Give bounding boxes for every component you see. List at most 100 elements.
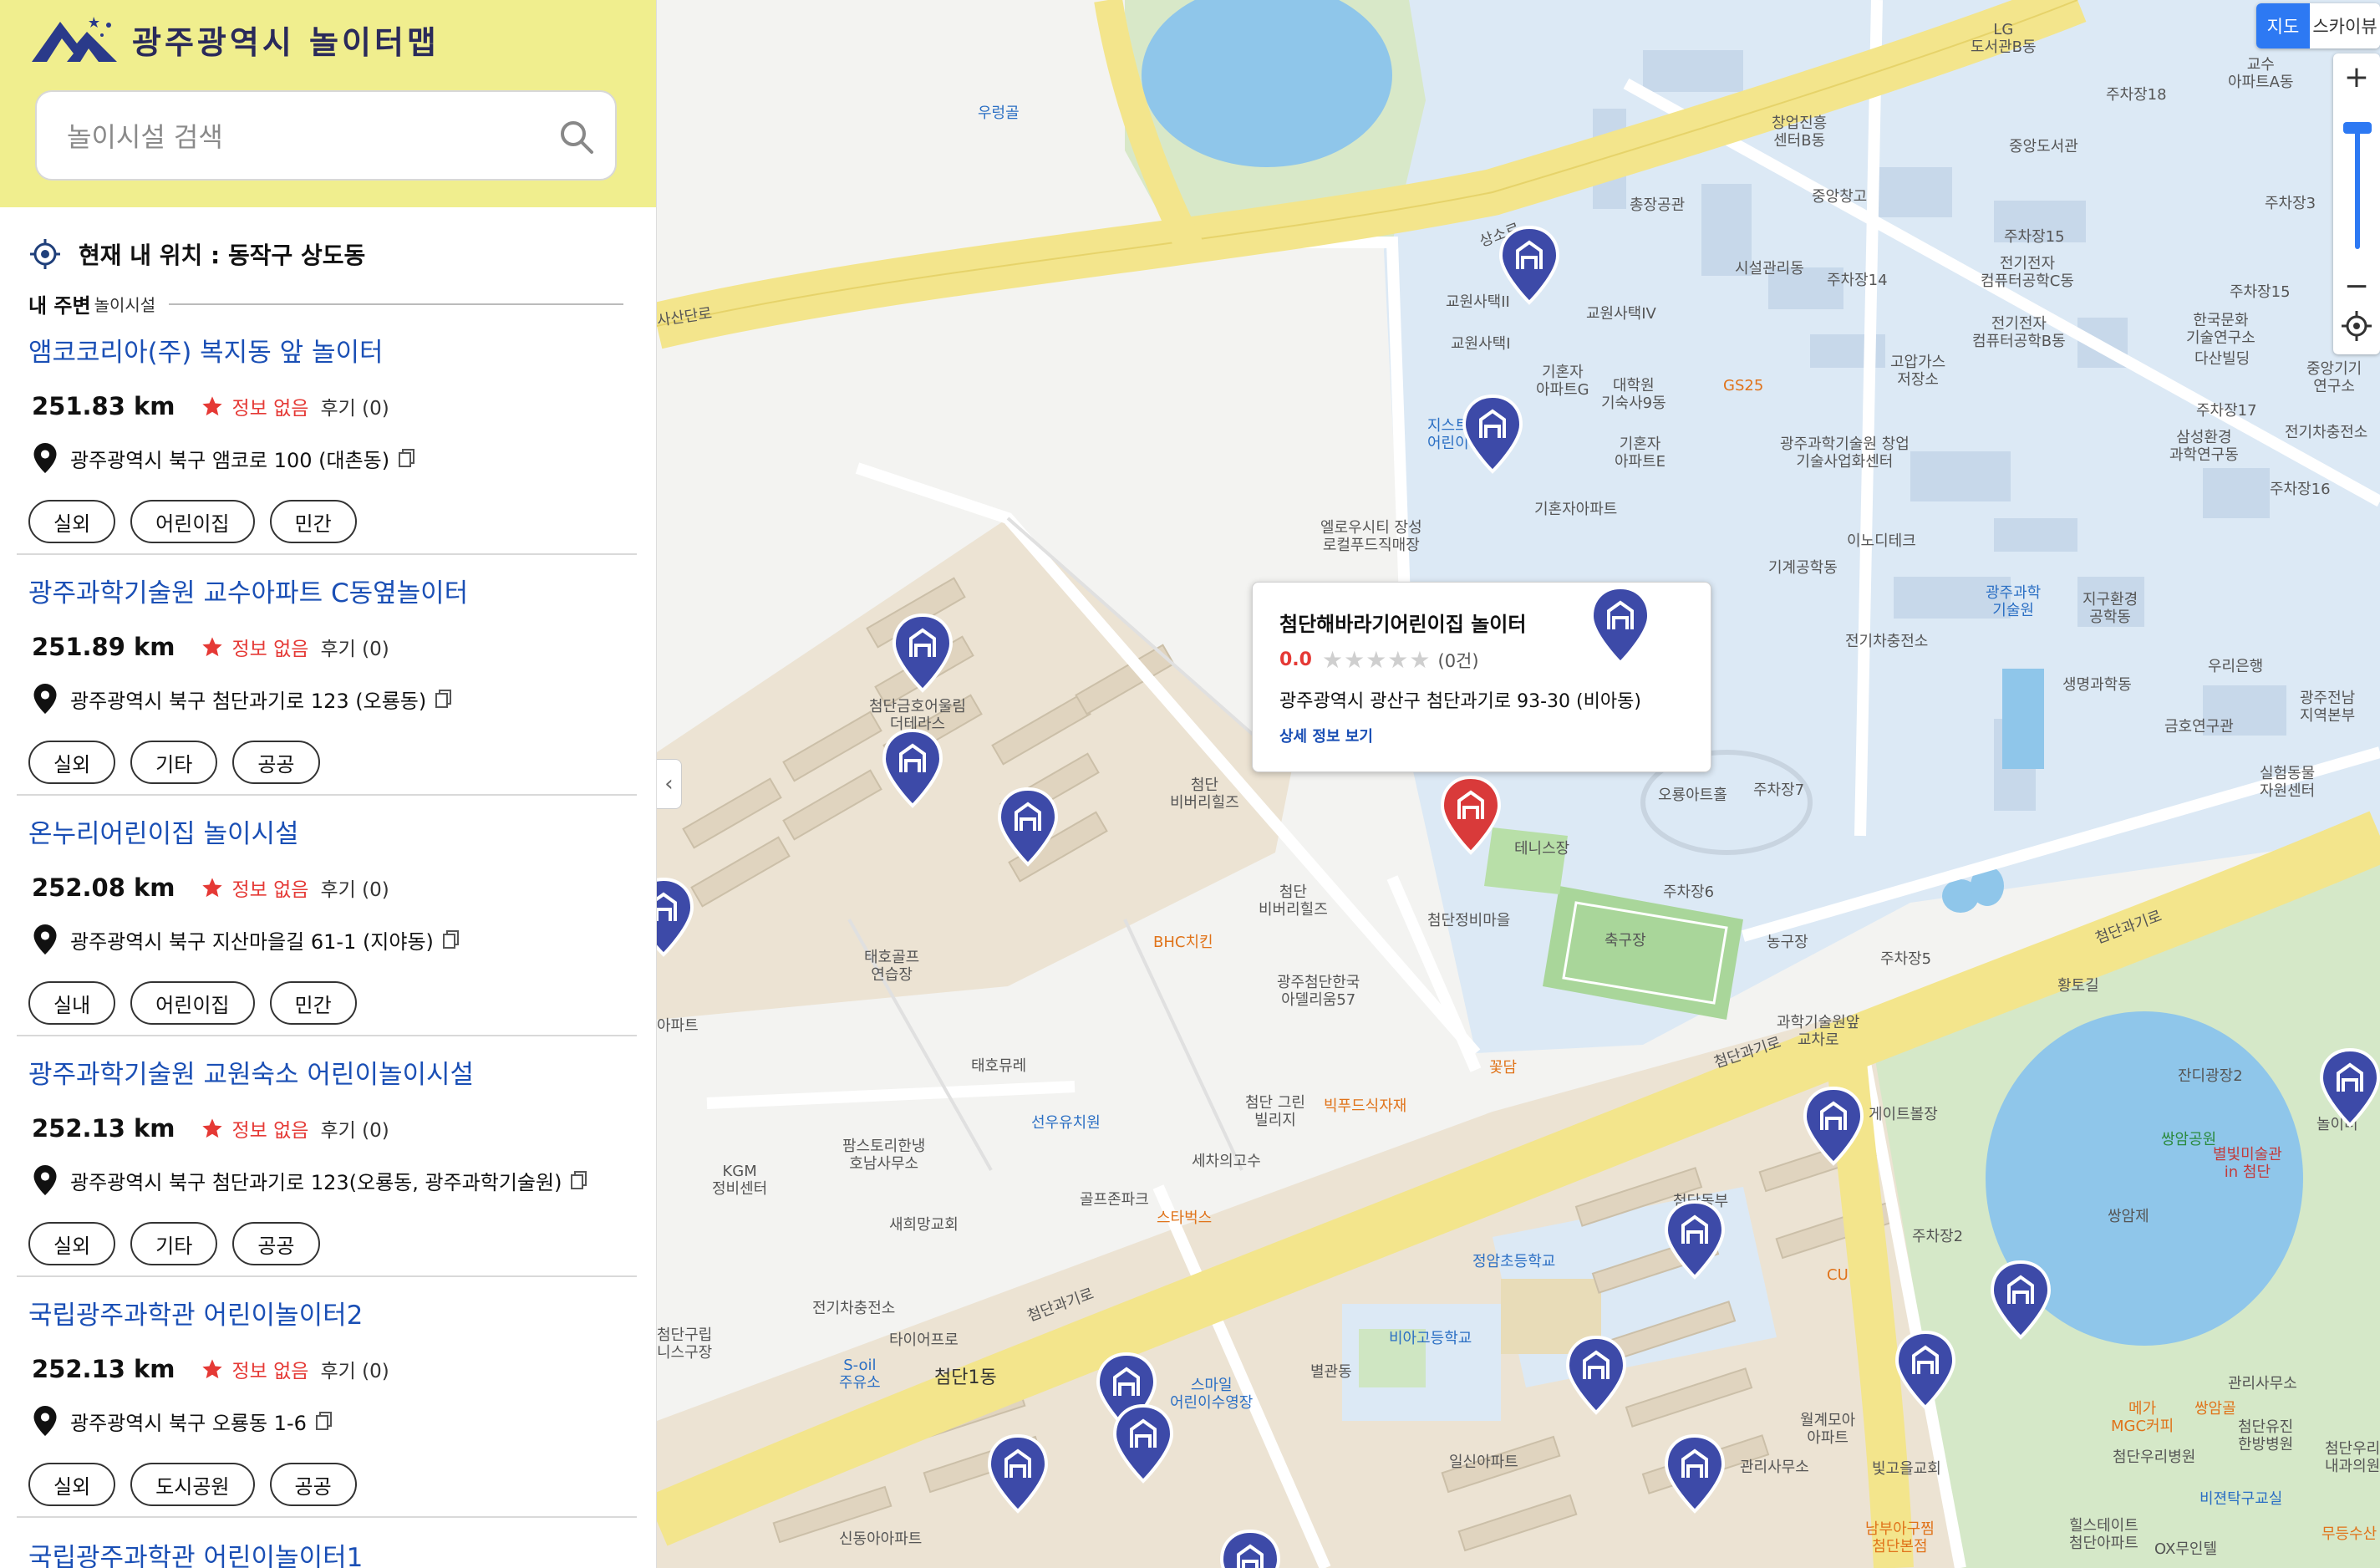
selected-playground-marker[interactable]	[1439, 776, 1503, 856]
result-review[interactable]: 후기 (0)	[320, 1355, 389, 1383]
map-label: 총장공관	[1630, 196, 1686, 214]
map-label: 첨단유진 한방병원	[2238, 1418, 2294, 1453]
map-label: 월계모아 아파트	[1800, 1412, 1856, 1447]
playground-marker[interactable]	[1111, 1404, 1175, 1484]
playground-marker[interactable]	[1894, 1331, 1957, 1411]
result-item[interactable]: 국립광주과학관 어린이놀이터2 252.13 km 정보 없음 후기 (0) 광…	[17, 1277, 637, 1518]
playground-marker[interactable]	[2318, 1048, 2380, 1128]
map-label: 광주과학 기술원	[1986, 584, 2042, 619]
current-location[interactable]: 현재 내 위치 : 동작구 상도동	[28, 234, 365, 274]
result-distance: 252.08 km	[32, 873, 175, 902]
tag[interactable]: 실외	[28, 741, 116, 784]
map-label: 잔디광장2	[2178, 1067, 2243, 1085]
tag[interactable]: 어린이집	[130, 981, 255, 1025]
playground-marker[interactable]	[1663, 1200, 1727, 1280]
detail-link[interactable]: 상세 정보 보기	[1279, 725, 1373, 746]
tag[interactable]: 공공	[232, 741, 320, 784]
result-name[interactable]: 국립광주과학관 어린이놀이터1	[28, 1536, 363, 1568]
playground-marker[interactable]	[1218, 1530, 1282, 1568]
copy-icon[interactable]	[570, 1170, 588, 1190]
tag[interactable]: 공공	[269, 1463, 357, 1506]
map-label: 주차장17	[2196, 402, 2257, 420]
result-name[interactable]: 광주과학기술원 교원숙소 어린이놀이시설	[28, 1053, 474, 1091]
result-name[interactable]: 앰코코리아(주) 복지동 앞 놀이터	[28, 331, 384, 369]
playground-marker[interactable]	[881, 729, 944, 809]
tag[interactable]: 민간	[269, 500, 357, 543]
result-review[interactable]: 후기 (0)	[320, 1114, 389, 1143]
map-label: 우리은행	[2208, 658, 2264, 675]
tag[interactable]: 어린이집	[130, 500, 255, 543]
map-label: 농구장	[1767, 934, 1808, 951]
star-icon	[201, 1359, 222, 1379]
tag[interactable]: 민간	[269, 981, 357, 1025]
playground-marker[interactable]	[1589, 586, 1652, 666]
copy-icon[interactable]	[398, 448, 416, 468]
skyview-button[interactable]: 스카이뷰	[2310, 3, 2380, 48]
result-address: 광주광역시 북구 앰코로 100 (대촌동)	[70, 448, 390, 472]
tag[interactable]: 도시공원	[130, 1463, 255, 1506]
tag[interactable]: 기타	[130, 741, 218, 784]
map-label: 중앙창고	[1812, 188, 1868, 206]
result-tags: 실외 어린이집 민간	[28, 500, 357, 543]
copy-icon[interactable]	[435, 689, 453, 709]
result-tags: 실내 어린이집 민간	[28, 981, 357, 1025]
map-label: 새희망교회	[889, 1216, 959, 1234]
zoom-slider-handle[interactable]	[2343, 122, 2372, 134]
result-item[interactable]: 앰코코리아(주) 복지동 앞 놀이터 251.83 km 정보 없음 후기 (0…	[17, 314, 637, 555]
logo-icon[interactable]	[28, 10, 120, 65]
result-review[interactable]: 후기 (0)	[320, 873, 389, 902]
playground-marker[interactable]	[1498, 226, 1561, 306]
map-label: 첨단구립 니스구장	[657, 1326, 713, 1362]
collapse-sidebar-button[interactable]: ‹	[657, 759, 682, 809]
map-label: 기혼자 아파트G	[1536, 364, 1589, 399]
map-view[interactable]: 우렁골 LG 도서관B동 교수 아파트A동 주차장18 중앙도서관 창업진흥 센터B동…	[657, 0, 2380, 1568]
playground-marker[interactable]	[1802, 1087, 1865, 1167]
search-icon[interactable]	[557, 117, 597, 157]
tag[interactable]: 공공	[232, 1222, 320, 1265]
zoom-out-button[interactable]: −	[2333, 262, 2380, 309]
zoom-in-button[interactable]: +	[2333, 53, 2380, 100]
my-location-icon[interactable]	[2340, 309, 2373, 343]
result-name[interactable]: 국립광주과학관 어린이놀이터2	[28, 1294, 363, 1331]
result-item[interactable]: 온누리어린이집 놀이시설 252.08 km 정보 없음 후기 (0) 광주광역…	[17, 796, 637, 1036]
map-view-button[interactable]: 지도	[2256, 3, 2310, 48]
playground-marker[interactable]	[1461, 395, 1524, 475]
map-label: 다산빌딩	[2194, 350, 2250, 368]
result-name[interactable]: 광주과학기술원 교수아파트 C동옆놀이터	[28, 572, 468, 609]
copy-icon[interactable]	[315, 1411, 333, 1431]
map-label: 태호골프 연습장	[864, 949, 920, 984]
result-review[interactable]: 후기 (0)	[320, 633, 389, 661]
result-rating: 정보 없음	[231, 879, 309, 901]
map-label: 첨단정비마을	[1427, 912, 1511, 929]
playground-marker[interactable]	[1989, 1260, 2052, 1341]
tag[interactable]: 실외	[28, 1463, 116, 1506]
playground-marker[interactable]	[996, 787, 1060, 868]
tag[interactable]: 실외	[28, 1222, 116, 1265]
result-name[interactable]: 온누리어린이집 놀이시설	[28, 812, 299, 850]
tag[interactable]: 기타	[130, 1222, 218, 1265]
playground-marker[interactable]	[986, 1434, 1050, 1515]
copy-icon[interactable]	[442, 929, 460, 949]
map-label: 주차장2	[1912, 1228, 1964, 1245]
map-label: 기계공학동	[1768, 559, 1838, 577]
map-label: 고압가스 저장소	[1890, 354, 1946, 389]
playground-marker[interactable]	[657, 878, 695, 958]
search-input[interactable]	[67, 114, 535, 160]
map-label: 정암초등학교	[1472, 1253, 1556, 1270]
playground-marker[interactable]	[1663, 1434, 1727, 1515]
result-item[interactable]: 광주과학기술원 교수아파트 C동옆놀이터 251.89 km 정보 없음 후기 …	[17, 555, 637, 796]
playground-marker[interactable]	[1564, 1336, 1628, 1416]
map-label: 쌍암제	[2108, 1208, 2149, 1225]
tag[interactable]: 실외	[28, 500, 116, 543]
playground-marker[interactable]	[891, 613, 954, 694]
map-label: 관리사무소	[2228, 1375, 2297, 1392]
info-popup[interactable]: 첨단해바라기어린이집 놀이터 0.0 ★★★★★ (0건) 광주광역시 광산구 …	[1252, 582, 1711, 772]
tag[interactable]: 실내	[28, 981, 116, 1025]
result-item[interactable]: 광주과학기술원 교원숙소 어린이놀이시설 252.13 km 정보 없음 후기 …	[17, 1036, 637, 1277]
result-review[interactable]: 후기 (0)	[320, 392, 389, 420]
zoom-slider-track[interactable]	[2355, 124, 2360, 249]
popup-review-count: (0건)	[1437, 650, 1479, 671]
map-label: 주차장15	[2230, 283, 2291, 301]
result-address: 광주광역시 북구 첨단과기로 123(오룡동, 광주과학기술원)	[70, 1170, 562, 1194]
result-address-row: 광주광역시 북구 앰코로 100 (대촌동)	[33, 441, 416, 475]
